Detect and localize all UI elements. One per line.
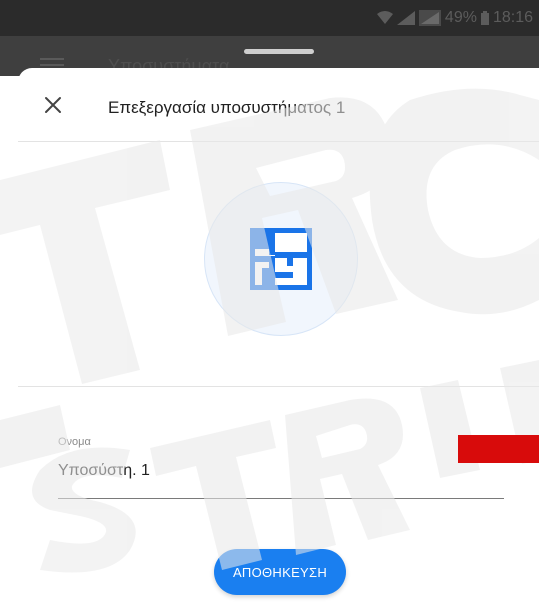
name-field-underline — [58, 498, 504, 499]
name-field-label: Ονομα — [58, 436, 91, 448]
battery-icon — [480, 11, 489, 25]
signal-icon-2 — [418, 10, 441, 26]
battery-percentage: 49% — [444, 9, 477, 26]
signal-icon — [396, 11, 415, 25]
sheet-title: Επεξεργασία υποσυστήματος 1 — [108, 98, 346, 117]
wifi-icon — [376, 11, 393, 24]
save-button[interactable]: ΑΠΟΘΗΚΕΥΣΗ — [214, 549, 346, 595]
drag-handle[interactable] — [244, 49, 314, 54]
clock: 18:16 — [492, 9, 533, 26]
icon-area — [18, 142, 539, 386]
name-field: Ονομα — [58, 436, 504, 500]
divider — [18, 386, 539, 387]
sheet-header: Επεξεργασία υποσυστήματος 1 — [18, 68, 539, 140]
floor-plan-icon — [250, 228, 312, 290]
close-button[interactable] — [40, 92, 66, 118]
status-bar: 49% 18:16 — [0, 0, 539, 36]
brand-red-tab — [458, 435, 539, 463]
status-icons: 49% 18:16 — [376, 8, 533, 28]
edit-subsystem-sheet: Επεξεργασία υποσυστήματος 1 Ονομα ΑΠΟΘΗΚ… — [18, 68, 539, 608]
subsystem-icon-picker[interactable] — [204, 182, 358, 336]
name-input[interactable] — [58, 456, 498, 486]
close-icon — [45, 97, 61, 113]
